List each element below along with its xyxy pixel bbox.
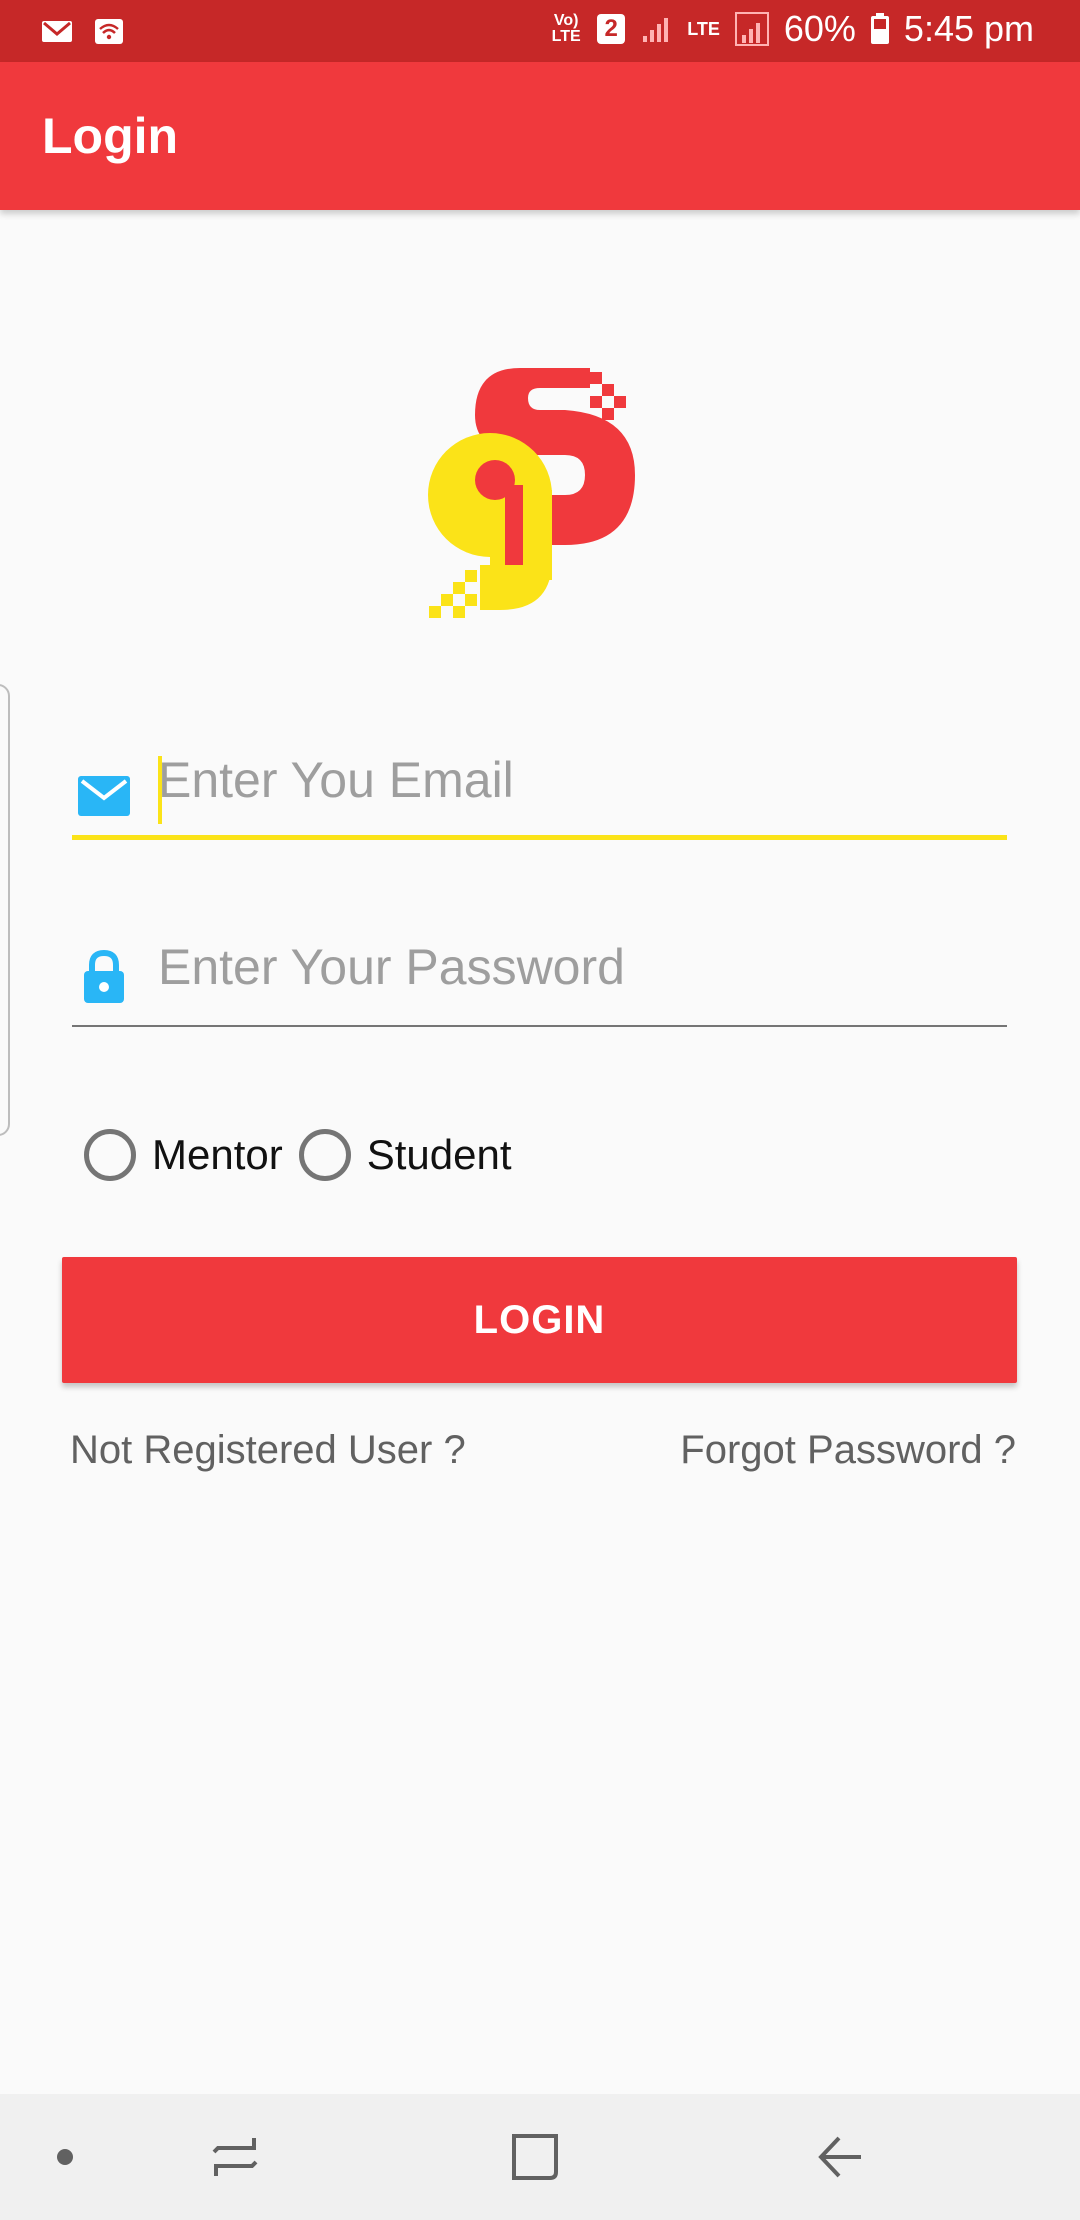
email-field[interactable] <box>72 730 1007 840</box>
email-input[interactable] <box>158 744 1007 816</box>
recent-apps-button[interactable] <box>190 2094 280 2220</box>
app-bar: Login <box>0 62 1080 210</box>
student-radio-circle[interactable] <box>298 1129 351 1181</box>
home-button[interactable] <box>490 2094 580 2220</box>
volte-indicator: Vo) LTE <box>551 12 581 45</box>
forgot-password-link[interactable]: Forgot Password ? <box>680 1428 1016 1473</box>
back-icon <box>818 2136 861 2178</box>
mail-icon <box>78 776 130 816</box>
dot-icon <box>57 2149 73 2165</box>
sim-badge: 2 <box>597 14 626 44</box>
lock-icon <box>84 949 124 1003</box>
network-type: LTE <box>687 19 720 39</box>
student-radio-label[interactable]: Student <box>367 1131 512 1179</box>
status-bar: Vo) LTE 2 LTE 60% 5:45 pm <box>0 0 1080 62</box>
password-underline <box>72 1025 1007 1027</box>
password-field[interactable] <box>72 917 1007 1027</box>
student-radio[interactable]: Student <box>298 1129 512 1181</box>
register-link[interactable]: Not Registered User ? <box>70 1428 466 1473</box>
mentor-radio-label[interactable]: Mentor <box>152 1131 283 1179</box>
battery-icon <box>870 13 889 44</box>
recent-apps-icon <box>212 2138 258 2176</box>
battery-percent: 60% <box>783 8 856 49</box>
signal-icon <box>643 18 669 42</box>
mentor-radio-circle[interactable] <box>84 1129 136 1181</box>
wifi-hotspot-icon <box>95 19 123 44</box>
gmail-icon <box>42 21 72 42</box>
clock: 5:45 pm <box>903 8 1034 49</box>
password-input[interactable] <box>158 931 1007 1003</box>
home-icon <box>512 2134 558 2180</box>
signal-strength-icon <box>734 12 769 46</box>
mentor-radio[interactable]: Mentor <box>84 1129 283 1181</box>
back-button[interactable] <box>795 2094 885 2220</box>
gs-logo <box>428 368 635 618</box>
login-button[interactable]: LOGIN <box>62 1257 1017 1383</box>
email-underline <box>72 835 1007 840</box>
edge-panel-handle[interactable] <box>0 684 10 1136</box>
text-cursor <box>158 756 162 824</box>
login-screen: Vo) LTE 2 LTE 60% 5:45 pm Login Enter Yo… <box>0 0 1080 2220</box>
page-title: Login <box>42 108 179 164</box>
system-nav-bar <box>0 2094 1080 2220</box>
nav-dot[interactable] <box>40 2094 90 2220</box>
role-radio-group: Mentor Student <box>84 1124 528 1186</box>
